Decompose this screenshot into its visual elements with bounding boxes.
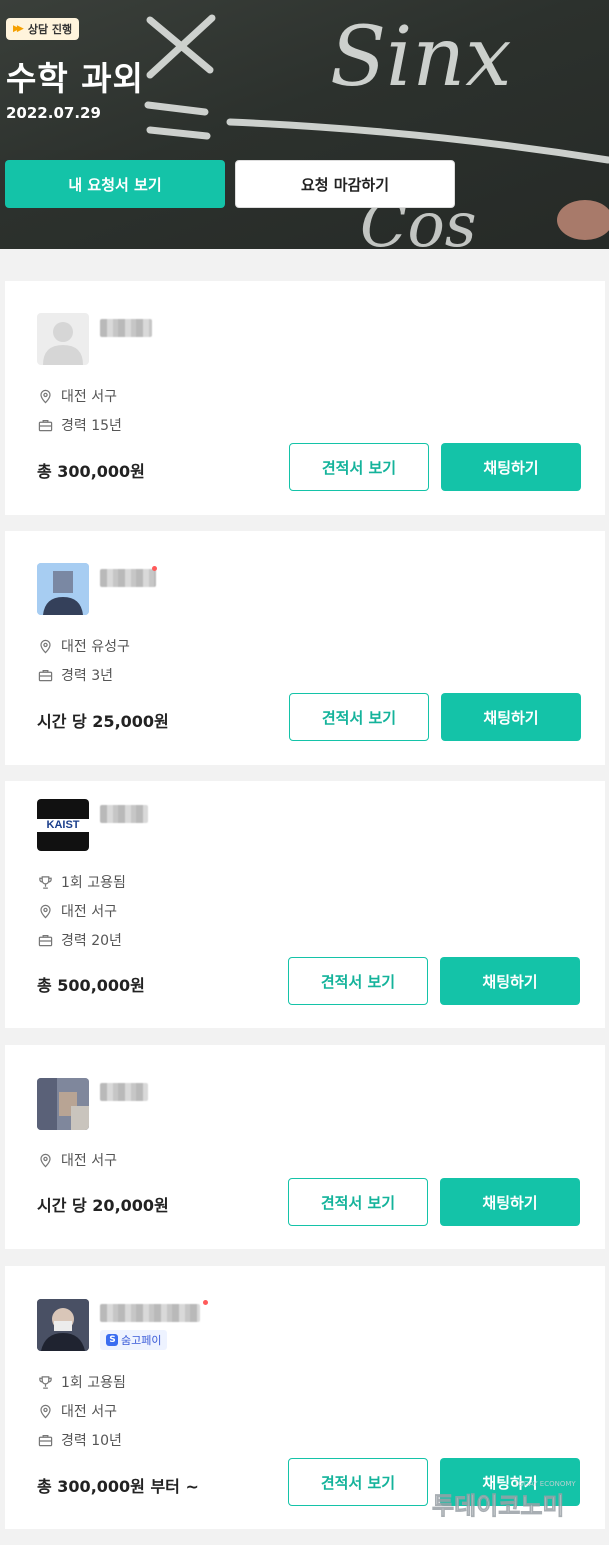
fast-forward-icon: ▶▶	[13, 24, 24, 34]
briefcase-icon	[38, 419, 53, 431]
default-user-icon	[43, 322, 83, 365]
location-row: 대전 유성구	[38, 636, 130, 656]
price-label: 시간 당 25,000원	[37, 712, 169, 731]
pay-badge: S 숨고페이	[100, 1330, 168, 1350]
location-row: 대전 서구	[38, 386, 117, 406]
expert-card: 대전 서구 시간 당 20,000원 견적서 보기 채팅하기	[5, 1045, 605, 1249]
chalk-sinx: Sinx	[330, 10, 511, 105]
price-label: 총 300,000원 부터 ~	[37, 1477, 199, 1496]
profile-photo	[37, 563, 89, 615]
location-pin-icon	[40, 1404, 51, 1418]
location-pin-icon	[40, 904, 51, 918]
view-quote-button[interactable]: 견적서 보기	[289, 443, 429, 491]
avatar[interactable]	[37, 563, 89, 615]
avatar[interactable]: KAIST	[37, 799, 89, 851]
chat-button[interactable]: 채팅하기	[441, 693, 581, 741]
request-date: 2022.07.29	[6, 104, 101, 122]
view-quote-button[interactable]: 견적서 보기	[288, 957, 428, 1005]
chat-button[interactable]: 채팅하기	[440, 957, 580, 1005]
hires-row: 1회 고용됨	[38, 1372, 126, 1392]
location-row: 대전 서구	[38, 901, 117, 921]
hires-row: 1회 고용됨	[38, 872, 126, 892]
kaist-logo-text: KAIST	[46, 819, 80, 831]
location-pin-icon	[40, 639, 51, 653]
watermark-sub: TODAY ECONOMY	[513, 1480, 576, 1488]
expert-card: 대전 서구 경력 15년 총 300,000원 견적서 보기 채팅하기	[5, 281, 605, 515]
expert-name-blurred[interactable]	[100, 1083, 148, 1101]
watermark-brand: 투데이코노미	[432, 1492, 564, 1520]
avatar[interactable]	[37, 313, 89, 365]
expert-name-blurred[interactable]	[100, 1304, 200, 1322]
expert-name-blurred[interactable]	[100, 319, 152, 337]
pay-icon: S	[106, 1334, 118, 1346]
career-row: 경력 3년	[38, 665, 113, 685]
profile-photo	[37, 1078, 89, 1130]
chat-button[interactable]: 채팅하기	[441, 443, 581, 491]
price-label: 총 500,000원	[37, 976, 145, 995]
view-quote-button[interactable]: 견적서 보기	[288, 1458, 428, 1506]
location-pin-icon	[40, 1153, 51, 1167]
profile-photo	[37, 1299, 89, 1351]
briefcase-icon	[38, 1434, 53, 1446]
view-my-request-button[interactable]: 내 요청서 보기	[5, 160, 225, 208]
location-row: 대전 서구	[38, 1401, 117, 1421]
expert-card: KAIST 1회 고용됨 대전 서구 경력 20년 총 500,000원 견적서…	[5, 781, 605, 1028]
close-request-button[interactable]: 요청 마감하기	[235, 160, 455, 208]
avatar[interactable]	[37, 1078, 89, 1130]
trophy-icon	[39, 1375, 52, 1389]
career-row: 경력 10년	[38, 1430, 122, 1450]
view-quote-button[interactable]: 견적서 보기	[288, 1178, 428, 1226]
new-indicator-dot	[152, 566, 157, 571]
page-title: 수학 과외	[6, 59, 144, 98]
briefcase-icon	[38, 934, 53, 946]
request-header: Sinx Cos ▶▶ 상담 진행 수학 과외 2022.07.29 내 요청서…	[0, 0, 609, 249]
status-badge-label: 상담 진행	[27, 23, 73, 36]
expert-card: 대전 유성구 경력 3년 시간 당 25,000원 견적서 보기 채팅하기	[5, 531, 605, 765]
trophy-icon	[39, 875, 52, 889]
new-indicator-dot	[203, 1300, 208, 1305]
location-row: 대전 서구	[38, 1150, 117, 1170]
avatar[interactable]	[37, 1299, 89, 1351]
chalkboard-background: Sinx Cos	[144, 10, 609, 249]
location-pin-icon	[40, 389, 51, 403]
view-quote-button[interactable]: 견적서 보기	[289, 693, 429, 741]
price-label: 시간 당 20,000원	[37, 1196, 169, 1215]
status-badge: ▶▶ 상담 진행	[6, 18, 80, 40]
watermark-logo: 투데이코노미 TODAY ECONOMY	[432, 1480, 576, 1520]
expert-name-blurred[interactable]	[100, 569, 156, 587]
chat-button[interactable]: 채팅하기	[440, 1178, 580, 1226]
briefcase-icon	[38, 669, 53, 681]
expert-name-blurred[interactable]	[100, 805, 148, 823]
career-row: 경력 15년	[38, 415, 122, 435]
price-label: 총 300,000원	[37, 462, 145, 481]
career-row: 경력 20년	[38, 930, 122, 950]
